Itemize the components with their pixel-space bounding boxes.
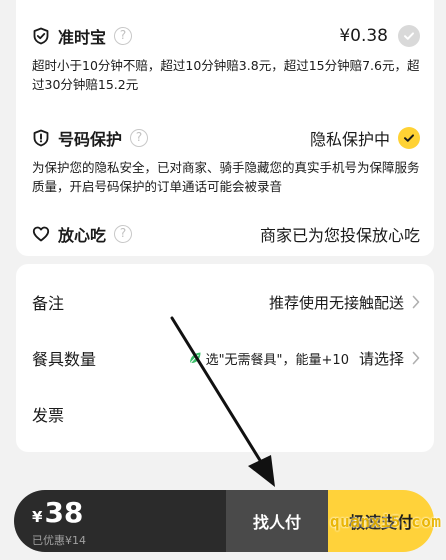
privacy-row: 号码保护 ? 隐私保护中 为保护您的隐私安全，已对商家、骑手隐藏您的真实手机号为… [32,124,420,196]
tableware-action: 请选择 [358,349,404,368]
check-icon [404,32,414,40]
shield-exclamation-icon [32,129,50,147]
assurance-row: 放心吃 ? 商家已为您投保放心吃 [32,220,420,248]
remark-value: 推荐使用无接触配送 [268,293,404,312]
service-card: 准时宝 ? ¥0.38 超时小于10分钟不赔，超过10分钟赔3.8元，超过15分… [16,0,434,256]
friend-pay-button[interactable]: 找人付 [226,490,328,552]
assurance-help-icon[interactable]: ? [114,225,133,243]
privacy-checkbox[interactable] [398,127,420,149]
ontime-price: ¥0.38 [339,26,388,46]
ontime-title: 准时宝 [58,28,107,47]
privacy-toggle[interactable]: 隐私保护中 [310,126,420,150]
chevron-right-icon [412,295,420,309]
ontime-row: 准时宝 ? ¥0.38 超时小于10分钟不赔，超过10分钟赔3.8元，超过15分… [32,22,420,94]
privacy-status: 隐私保护中 [309,130,390,149]
ontime-help-icon[interactable]: ? [114,27,133,45]
watermark: quanxi5.com [330,512,442,531]
remark-row[interactable]: 备注 推荐使用无接触配送 [32,288,420,316]
tableware-label: 餐具数量 [32,350,97,369]
ontime-price-toggle[interactable]: ¥0.38 [339,25,420,47]
invoice-label: 发票 [32,406,65,425]
chevron-right-icon [412,351,420,365]
discount-text: 已优惠¥14 [32,534,86,547]
price-summary: ¥ 38 已优惠¥14 [14,490,226,552]
ontime-description: 超时小于10分钟不赔，超过10分钟赔3.8元，超过15分钟赔7.6元，超过30分… [32,58,420,92]
tableware-row[interactable]: 餐具数量 选"无需餐具"，能量+10 请选择 [32,344,420,372]
privacy-help-icon[interactable]: ? [130,129,149,147]
remark-label: 备注 [32,294,65,313]
ontime-checkbox[interactable] [398,25,420,47]
shield-check-icon [32,27,50,45]
privacy-description: 为保护您的隐私安全，已对商家、骑手隐藏您的真实手机号为保障服务质量，开启号码保护… [32,160,420,194]
invoice-row[interactable]: 发票 [32,400,420,428]
price-amount: 38 [44,496,84,529]
price-currency: ¥ [32,508,43,526]
privacy-title: 号码保护 [58,130,123,149]
leaf-icon [188,351,202,365]
check-icon [404,134,414,142]
assurance-title: 放心吃 [58,226,107,245]
order-options-card: 备注 推荐使用无接触配送 餐具数量 选"无需餐具"，能量+10 请选择 发票 [16,264,434,452]
heart-icon [32,225,50,243]
tableware-note: 选"无需餐具"，能量+10 [205,352,349,368]
assurance-status: 商家已为您投保放心吃 [259,226,420,245]
